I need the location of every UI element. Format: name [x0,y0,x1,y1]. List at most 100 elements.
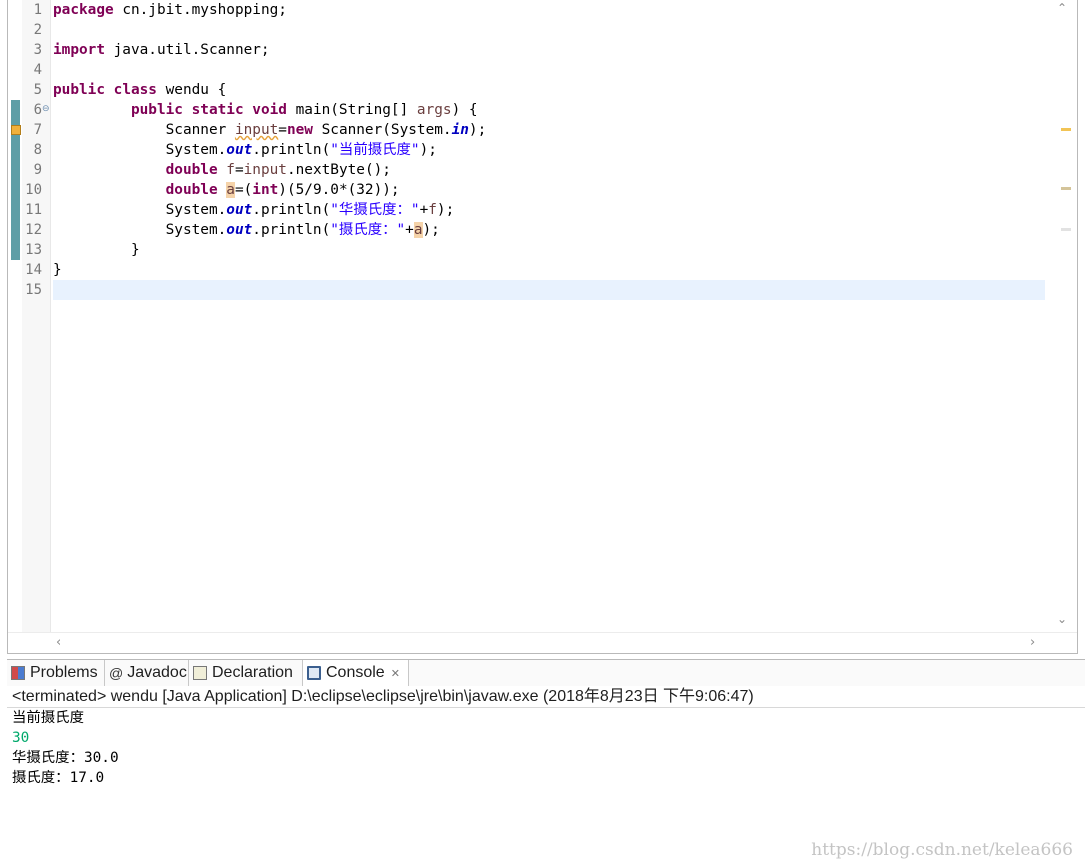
code-token: } [53,242,140,258]
code-token: = [234,162,244,178]
code-token: wendu { [156,82,227,98]
line-number: 13 [25,242,42,258]
java-editor[interactable]: 1 2 3 4 5 6 7 8 9 10 11 12 13 14 15 ⊖ package cn.jbit.m… [7,0,1078,654]
scroll-left-icon[interactable]: ‹ [56,635,61,650]
code-token: ) { [451,102,478,118]
line-number: 15 [25,282,42,298]
warning-icon[interactable] [11,125,21,135]
tab-declaration[interactable]: Declaration [189,660,303,686]
code-token: System. [53,222,227,238]
tab-problems[interactable]: Problems [7,660,105,686]
code-token: System. [53,202,227,218]
console-output-line: 摄氏度：17.0 [12,770,105,786]
tab-javadoc[interactable]: @ Javadoc [105,660,189,686]
line-number: 10 [25,182,42,198]
code-line: public static void main(String[] args) { [53,100,478,120]
tab-label: Declaration [212,664,293,681]
code-token: .println( [252,222,331,238]
scroll-up-icon[interactable]: ⌃ [1057,1,1067,15]
console-output-line: 华摄氏度：30.0 [12,750,119,766]
code-line: Scanner input=new Scanner(System.in); [53,120,487,140]
code-token: + [419,202,429,218]
code-line: } [53,260,62,280]
tab-console[interactable]: Console ✕ [303,660,409,686]
line-number: 2 [33,22,42,38]
console-process-description: <terminated> wendu [Java Application] D:… [7,686,1085,708]
problems-icon [11,666,25,680]
code-token: out [226,222,253,238]
quick-diff-change-bar [11,100,20,260]
overview-warning-mark[interactable] [1061,128,1071,131]
code-token: double [165,162,218,178]
code-line: public class wendu { [53,80,226,100]
code-area[interactable]: package cn.jbit.myshopping; import java.u… [53,0,1045,632]
watermark: https://blog.csdn.net/kelea666 [811,840,1073,860]
code-token: Scanner(System. [312,122,452,138]
code-token: in [451,122,469,138]
tab-label: Problems [30,664,98,681]
code-token: void [252,102,287,118]
code-token: a [226,182,235,198]
code-line: System.out.println("当前摄氏度"); [53,140,437,160]
line-number: 9 [33,162,42,178]
code-token: ); [436,202,455,218]
code-line: System.out.println("摄氏度："+a); [53,220,440,240]
line-number: 12 [25,222,42,238]
code-token: public [130,102,183,118]
code-token: "华摄氏度：" [330,202,420,218]
code-line: System.out.println("华摄氏度："+f); [53,200,455,220]
console-output-line: 当前摄氏度 [12,710,84,726]
overview-occurrence-mark[interactable] [1061,187,1071,190]
code-token: a [413,222,423,238]
code-token: =( [234,182,253,198]
code-token: input [243,162,287,178]
code-token: main(String[] [286,102,417,118]
line-number: 8 [33,142,42,158]
code-token: .nextByte(); [286,162,391,178]
console-input-line: 30 [12,730,30,746]
code-token: System. [53,142,227,158]
vertical-scrollbar[interactable]: ⌃ ⌄ [1047,0,1077,632]
line-number: 11 [25,202,42,218]
code-token: import [53,42,105,58]
overview-occurrence-mark[interactable] [1061,228,1071,231]
code-token: = [278,122,287,138]
code-token: args [416,102,452,118]
code-line: } [53,240,140,260]
annotation-ruler[interactable] [8,0,22,653]
code-token: new [286,122,313,138]
horizontal-scrollbar[interactable]: ‹ › [8,632,1077,653]
code-token: ); [419,142,437,158]
scroll-down-icon[interactable]: ⌄ [1057,612,1067,626]
code-token: int [252,182,279,198]
code-token: )(5/9.0*(32)); [278,182,400,198]
line-number: 3 [33,42,42,58]
close-icon[interactable]: ✕ [391,667,400,680]
code-token: package [53,2,114,18]
code-token: input [234,122,279,138]
fold-collapse-icon[interactable]: ⊖ [42,104,50,114]
code-token: + [405,222,414,238]
code-token: "摄氏度：" [330,222,406,238]
code-token: cn.jbit.myshopping; [113,2,287,18]
code-token: out [226,142,253,158]
tab-label: Javadoc [127,664,187,681]
code-token: .println( [252,202,331,218]
code-token: double [165,182,218,198]
scroll-right-icon[interactable]: › [1030,635,1035,650]
code-token: .println( [252,142,331,158]
code-line: import java.util.Scanner; [53,40,270,60]
code-line: double f=input.nextByte(); [53,160,391,180]
line-number: 7 [33,122,42,138]
at-icon: @ [109,665,124,681]
tab-label: Console [326,664,385,681]
line-number: 4 [33,62,42,78]
code-line: double a=(int)(5/9.0*(32)); [53,180,400,200]
